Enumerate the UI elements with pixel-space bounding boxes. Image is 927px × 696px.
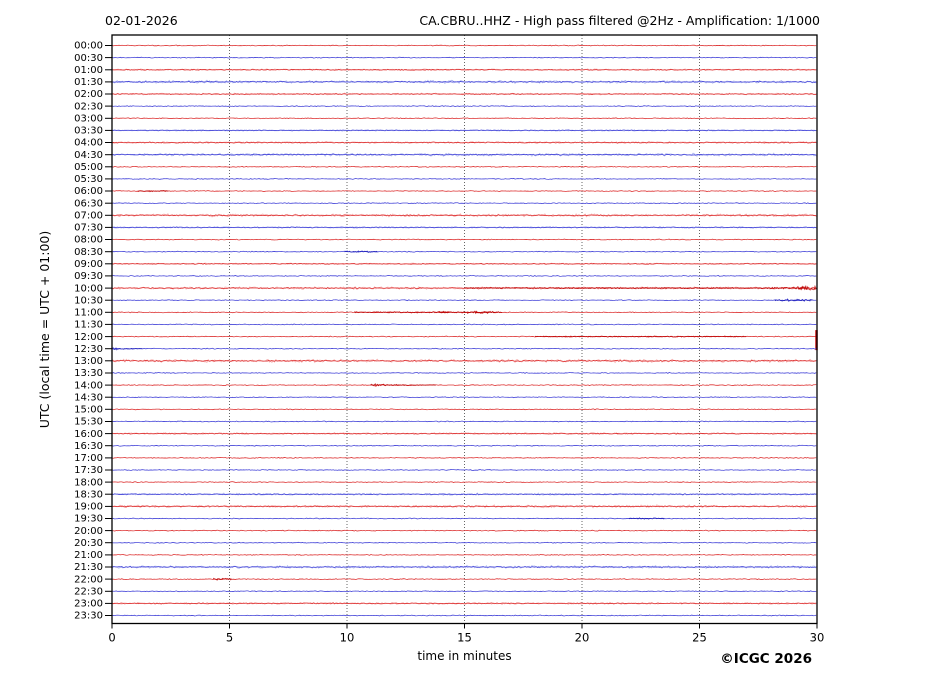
row-label-19:30: 19:30	[74, 514, 103, 525]
row-label-01:00: 01:00	[74, 65, 103, 76]
helicorder-plot: 00:0000:3001:0001:3002:0002:30 03:0003:30…	[37, 13, 825, 667]
row-label-00:30: 00:30	[74, 53, 103, 64]
row-label-19:00: 19:00	[74, 502, 103, 513]
row-label-15:30: 15:30	[74, 417, 103, 428]
figure-title: CA.CBRU..HHZ - High pass filtered @2Hz -…	[419, 13, 820, 28]
x-tick-label-30: 30	[810, 631, 825, 645]
trace-00:30	[111, 56, 817, 59]
row-label-15:00: 15:00	[74, 405, 103, 416]
credit-label: ©ICGC 2026	[720, 651, 812, 667]
trace-18:00	[111, 481, 817, 483]
trace-21:00	[111, 553, 817, 556]
row-label-20:00: 20:00	[74, 526, 103, 537]
trace-12:30	[111, 347, 817, 350]
trace-15:00	[111, 408, 817, 411]
trace-04:00	[111, 141, 817, 144]
row-label-12:00: 12:00	[74, 332, 103, 343]
trace-13:30	[111, 372, 817, 374]
trace-14:00	[111, 383, 817, 387]
row-label-18:30: 18:30	[74, 489, 103, 500]
row-label-04:00: 04:00	[74, 138, 103, 149]
row-label-08:00: 08:00	[74, 235, 103, 246]
trace-02:30	[111, 105, 817, 108]
trace-05:00	[111, 165, 817, 168]
row-label-20:30: 20:30	[74, 538, 103, 549]
row-label-13:00: 13:00	[74, 356, 103, 367]
trace-23:00	[111, 602, 817, 605]
row-label-01:30: 01:30	[74, 77, 103, 88]
trace-09:30	[111, 275, 817, 277]
row-label-14:00: 14:00	[74, 380, 103, 391]
row-label-07:30: 07:30	[74, 223, 103, 234]
trace-23:30	[111, 614, 817, 617]
x-tick-label-5: 5	[226, 631, 233, 645]
row-label-23:00: 23:00	[74, 599, 103, 610]
x-tick-label-15: 15	[457, 631, 472, 645]
row-label-03:00: 03:00	[74, 114, 103, 125]
y-axis-label: UTC (local time = UTC + 01:00)	[37, 231, 52, 429]
trace-14:30	[111, 396, 817, 399]
row-label-18:00: 18:00	[74, 477, 103, 488]
trace-event-12:30	[121, 348, 143, 350]
row-label-16:30: 16:30	[74, 441, 103, 452]
row-label-11:00: 11:00	[74, 308, 103, 319]
trace-20:00	[111, 529, 817, 532]
trace-20:30	[111, 541, 817, 544]
x-tick-label-0: 0	[108, 631, 115, 645]
row-label-02:30: 02:30	[74, 101, 103, 112]
row-label-10:30: 10:30	[74, 295, 103, 306]
row-label-12:30: 12:30	[74, 344, 103, 355]
trace-03:00	[111, 117, 817, 120]
trace-11:30	[111, 323, 817, 326]
row-label-03:30: 03:30	[74, 126, 103, 137]
row-label-07:00: 07:00	[74, 211, 103, 222]
trace-17:30	[111, 469, 817, 471]
row-label-04:30: 04:30	[74, 150, 103, 161]
row-label-13:30: 13:30	[74, 368, 103, 379]
x-tick-label-10: 10	[340, 631, 355, 645]
row-label-14:30: 14:30	[74, 392, 103, 403]
row-label-08:30: 08:30	[74, 247, 103, 258]
figure-date: 02-01-2026	[105, 13, 178, 28]
row-label-21:30: 21:30	[74, 562, 103, 573]
trace-08:00	[111, 238, 817, 241]
row-label-06:30: 06:30	[74, 198, 103, 209]
row-label-10:00: 10:00	[74, 283, 103, 294]
trace-15:30	[111, 420, 817, 423]
x-axis-label: time in minutes	[417, 649, 511, 663]
row-label-06:00: 06:00	[74, 186, 103, 197]
row-label-22:30: 22:30	[74, 587, 103, 598]
trace-16:30	[111, 444, 817, 447]
row-label-23:30: 23:30	[74, 611, 103, 622]
row-label-17:30: 17:30	[74, 465, 103, 476]
trace-06:00	[112, 190, 817, 192]
row-label-16:00: 16:00	[74, 429, 103, 440]
row-label-05:00: 05:00	[74, 162, 103, 173]
row-label-02:00: 02:00	[74, 89, 103, 100]
plot-generated-content: 00:0000:3001:0001:3002:0002:30 03:0003:30…	[74, 34, 825, 645]
trace-00:00	[111, 44, 817, 47]
row-label-17:00: 17:00	[74, 453, 103, 464]
row-label-21:00: 21:00	[74, 550, 103, 561]
row-label-11:30: 11:30	[74, 320, 103, 331]
x-tick-label-20: 20	[575, 631, 590, 645]
row-label-00:00: 00:00	[74, 41, 103, 52]
row-label-05:30: 05:30	[74, 174, 103, 185]
row-label-09:00: 09:00	[74, 259, 103, 270]
trace-06:30	[111, 202, 817, 205]
row-label-22:00: 22:00	[74, 574, 103, 585]
row-label-09:30: 09:30	[74, 271, 103, 282]
helicorder-figure: 00:00 00:30 01:00 01:30 02:00 02:30 03:00 03:30…	[0, 0, 927, 696]
x-tick-label-25: 25	[692, 631, 707, 645]
